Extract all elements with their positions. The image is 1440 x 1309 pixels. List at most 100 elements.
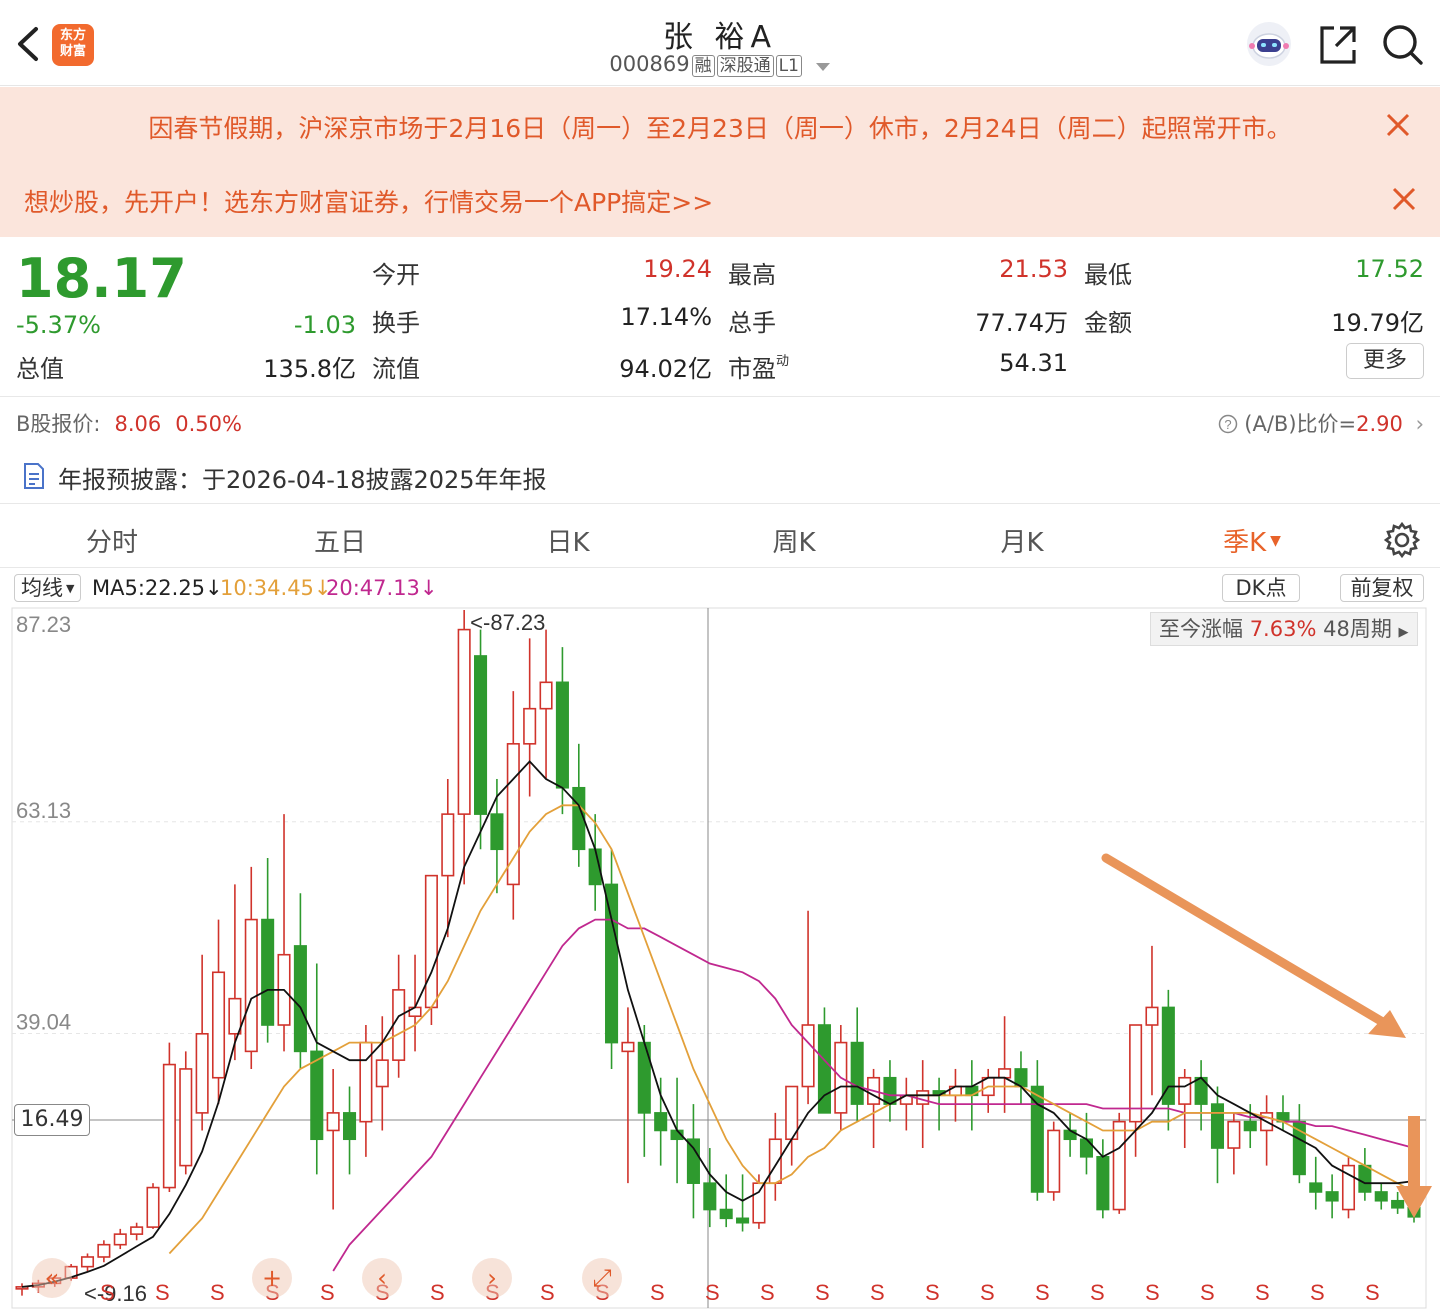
amount-value: 19.79亿 bbox=[1331, 309, 1424, 337]
candle-body bbox=[1079, 1138, 1094, 1158]
candle-body bbox=[342, 1112, 357, 1141]
ma-legend: 均线 ▼ MA5:22.25↓ 10:34.45↓ 20:47.13↓ DK点 前… bbox=[0, 570, 1440, 606]
pe-label: 市盈动 bbox=[728, 349, 789, 384]
candle-body bbox=[555, 681, 569, 789]
open-label: 今开 bbox=[372, 261, 420, 289]
tab-intraday[interactable]: 分时 bbox=[52, 522, 172, 559]
more-button[interactable]: 更多 bbox=[1346, 343, 1424, 379]
candle-body bbox=[326, 1112, 340, 1132]
candle-body bbox=[539, 681, 553, 710]
ab-ratio-label: (A/B)比价= bbox=[1244, 412, 1357, 436]
stock-name[interactable]: 张 裕A bbox=[0, 12, 1440, 56]
candle-body bbox=[1227, 1120, 1241, 1149]
open-value: 19.24 bbox=[643, 255, 712, 283]
since-now-gain[interactable]: 至今涨幅 7.63% 48周期 ▶ bbox=[1150, 612, 1418, 646]
promo-notice[interactable]: 想炒股，先开户！选东方财富证券，行情交易一个APP搞定>> bbox=[24, 183, 713, 219]
tab-weekly-k[interactable]: 周K bbox=[734, 522, 854, 559]
candle-body bbox=[359, 1041, 373, 1123]
forward-adjust-button[interactable]: 前复权 bbox=[1340, 574, 1424, 602]
gain-value: 7.63% bbox=[1249, 617, 1317, 641]
sell-marker: S bbox=[760, 1280, 775, 1305]
pe-label-text: 市盈 bbox=[728, 355, 776, 383]
candle-body bbox=[1325, 1191, 1339, 1202]
candle-body bbox=[801, 1024, 815, 1088]
caret-down-icon: ▼ bbox=[1270, 533, 1281, 549]
b-share-pct: 0.50% bbox=[175, 412, 242, 436]
nav-button-glyph: « bbox=[45, 1264, 60, 1292]
candle-body bbox=[162, 1063, 176, 1189]
next-icon[interactable]: › bbox=[472, 1258, 512, 1298]
divider bbox=[0, 503, 1440, 504]
tab-quarterly-label: 季K bbox=[1223, 528, 1267, 558]
rewind-icon[interactable]: « bbox=[32, 1258, 72, 1298]
candle-body bbox=[97, 1243, 111, 1258]
ab-ratio[interactable]: ? (A/B)比价=2.90 › bbox=[1218, 408, 1424, 439]
sell-marker: S bbox=[1035, 1280, 1050, 1305]
divider bbox=[0, 396, 1440, 397]
svg-text:?: ? bbox=[1224, 417, 1231, 432]
candle-body bbox=[736, 1217, 750, 1224]
candle-body bbox=[1178, 1076, 1192, 1105]
sell-marker: S bbox=[430, 1280, 445, 1305]
candle-body bbox=[1210, 1103, 1225, 1149]
robot-assistant-icon[interactable] bbox=[1244, 20, 1294, 68]
candle-body bbox=[605, 883, 619, 1044]
high-label: 最高 bbox=[728, 261, 776, 289]
turnover-value: 17.14% bbox=[620, 303, 712, 331]
candle-body bbox=[310, 1050, 324, 1141]
annual-report-notice[interactable]: 年报预披露：于2026-04-18披露2025年年报 bbox=[58, 460, 547, 495]
candle-body bbox=[850, 1041, 864, 1105]
candle-body bbox=[1358, 1164, 1372, 1193]
tab-monthly-k[interactable]: 月K bbox=[962, 522, 1082, 559]
low-value: 17.52 bbox=[1355, 255, 1424, 283]
sell-marker: S bbox=[1200, 1280, 1215, 1305]
holiday-notice[interactable]: 因春节假期，沪深京市场于2月16日（周一）至2月23日（周一）休市，2月24日（… bbox=[0, 109, 1440, 145]
close-icon[interactable] bbox=[1384, 111, 1412, 139]
max-price-label: <-87.23 bbox=[470, 610, 545, 635]
sell-marker: S bbox=[320, 1280, 335, 1305]
sell-marker: S bbox=[980, 1280, 995, 1305]
tab-five-day[interactable]: 五日 bbox=[280, 522, 400, 559]
notice-banner: 因春节假期，沪深京市场于2月16日（周一）至2月23日（周一）休市，2月24日（… bbox=[0, 87, 1440, 237]
sell-marker: S bbox=[1255, 1280, 1270, 1305]
volume-label: 总手 bbox=[728, 309, 776, 337]
kline-svg[interactable]: 87.2363.1339.04<-87.23<-9.16S S S S S S S S S S S S… bbox=[0, 606, 1440, 1309]
sell-marker: S bbox=[1310, 1280, 1325, 1305]
gain-label: 至今涨幅 bbox=[1159, 617, 1243, 641]
candle-body bbox=[195, 1032, 209, 1114]
candle-body bbox=[1161, 1006, 1175, 1105]
top-bar: 东方 财富 张 裕A 000869 融深股通 L1 bbox=[0, 0, 1440, 86]
stock-code-line[interactable]: 000869 融深股通 L1 bbox=[0, 52, 1440, 77]
help-icon[interactable]: ? bbox=[1218, 414, 1238, 439]
y-axis-label: 39.04 bbox=[16, 1009, 71, 1034]
tab-quarterly-k[interactable]: 季K ▼ bbox=[1192, 522, 1312, 559]
dk-point-button[interactable]: DK点 bbox=[1222, 574, 1300, 602]
zoom-in-icon[interactable]: + bbox=[252, 1258, 292, 1298]
prev-icon[interactable]: ‹ bbox=[362, 1258, 402, 1298]
nav-button-glyph: ‹ bbox=[377, 1264, 387, 1292]
candle-body bbox=[441, 813, 455, 877]
change-amount: -1.03 bbox=[293, 311, 356, 339]
search-icon[interactable] bbox=[1380, 20, 1424, 68]
trend-arrow-line bbox=[1101, 853, 1391, 1029]
ma-selector[interactable]: 均线 ▼ bbox=[14, 574, 82, 602]
low-label: 最低 bbox=[1084, 261, 1132, 289]
fullscreen-icon[interactable]: ⤢ bbox=[582, 1258, 622, 1298]
sell-marker: S bbox=[1145, 1280, 1160, 1305]
candle-body bbox=[375, 1059, 389, 1088]
kline-chart[interactable]: 87.23 63.13 39.04 <-87.23 <-9.16 S S S S S S S S S S S S… bbox=[0, 606, 1440, 1309]
b-share-quote[interactable]: B股报价: 8.06 0.50% bbox=[16, 408, 242, 438]
ma10-value: 10:34.45↓ bbox=[220, 576, 332, 600]
tab-daily-k[interactable]: 日K bbox=[508, 522, 628, 559]
sell-marker: S bbox=[705, 1280, 720, 1305]
close-icon[interactable] bbox=[1390, 185, 1418, 213]
settings-gear-icon[interactable] bbox=[1382, 520, 1422, 560]
candle-body bbox=[703, 1182, 717, 1211]
sell-marker: S bbox=[650, 1280, 665, 1305]
period-tabs: 分时 五日 日K 周K 月K 季K ▼ bbox=[0, 506, 1440, 568]
candle-body bbox=[261, 918, 275, 1026]
share-icon[interactable] bbox=[1316, 20, 1360, 68]
ma20-value: 20:47.13↓ bbox=[326, 576, 438, 600]
candle-body bbox=[883, 1076, 897, 1105]
turnover-label: 换手 bbox=[372, 309, 420, 337]
